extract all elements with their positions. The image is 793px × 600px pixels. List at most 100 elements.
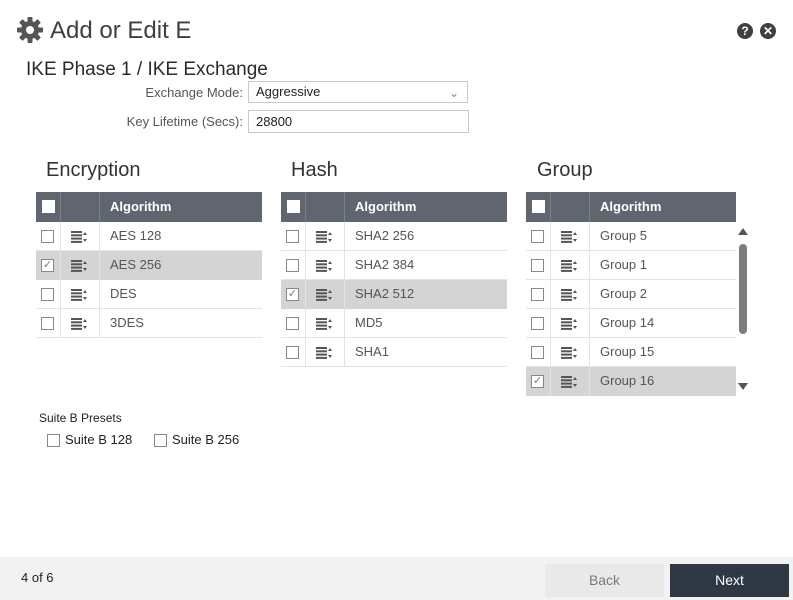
grid-row[interactable]: DES (36, 280, 262, 309)
algorithm-name: SHA1 (355, 344, 389, 359)
algorithm-column-header[interactable]: Algorithm (355, 192, 416, 222)
scroll-down-arrow-icon[interactable] (738, 383, 748, 390)
column-divider (60, 192, 61, 222)
row-checkbox[interactable] (531, 259, 544, 272)
back-button[interactable]: Back (545, 564, 664, 597)
grid-row[interactable]: Group 14 (526, 309, 736, 338)
grid-row[interactable]: Group 1 (526, 251, 736, 280)
algorithm-name: 3DES (110, 315, 144, 330)
grid-row[interactable]: Group 15 (526, 338, 736, 367)
row-checkbox[interactable] (286, 259, 299, 272)
gear-icon (17, 17, 43, 43)
row-checkbox[interactable]: ✓ (531, 375, 544, 388)
row-checkbox[interactable] (286, 317, 299, 330)
algorithm-name: Group 1 (600, 257, 647, 272)
grid-row[interactable]: SHA2 256 (281, 222, 507, 251)
drag-handle-icon[interactable] (561, 375, 577, 388)
column-divider (60, 309, 61, 337)
help-icon[interactable]: ? (737, 23, 753, 39)
scroll-up-arrow-icon[interactable] (738, 228, 748, 235)
drag-handle-icon[interactable] (561, 288, 577, 301)
algorithm-column-header[interactable]: Algorithm (110, 192, 171, 222)
key-lifetime-label: Key Lifetime (Secs): (126, 114, 243, 129)
drag-handle-icon[interactable] (316, 230, 332, 243)
suite-b-256-checkbox[interactable] (154, 434, 167, 447)
row-checkbox[interactable] (41, 230, 54, 243)
row-checkbox[interactable] (531, 230, 544, 243)
suite-b-128-checkbox[interactable] (47, 434, 60, 447)
column-divider (589, 222, 590, 250)
drag-handle-icon[interactable] (71, 259, 87, 272)
drag-handle-icon[interactable] (561, 346, 577, 359)
grid-row[interactable]: MD5 (281, 309, 507, 338)
drag-handle-icon[interactable] (316, 317, 332, 330)
row-checkbox[interactable] (286, 230, 299, 243)
next-button[interactable]: Next (670, 564, 789, 597)
row-checkbox[interactable]: ✓ (41, 259, 54, 272)
row-checkbox[interactable] (531, 346, 544, 359)
drag-handle-icon[interactable] (561, 317, 577, 330)
column-divider (99, 192, 100, 222)
row-checkbox[interactable]: ✓ (286, 288, 299, 301)
algorithm-name: Group 2 (600, 286, 647, 301)
algorithm-name: Group 15 (600, 344, 655, 359)
grid-header: Algorithm (36, 192, 262, 222)
select-all-checkbox[interactable] (42, 200, 55, 213)
drag-handle-icon[interactable] (561, 259, 577, 272)
select-all-checkbox[interactable] (287, 200, 300, 213)
drag-handle-icon[interactable] (316, 288, 332, 301)
drag-handle-icon[interactable] (316, 259, 332, 272)
encryption-grid: Algorithm AES 128 ✓ AES 256 DES 3DES (36, 192, 262, 338)
grid-row[interactable]: AES 128 (36, 222, 262, 251)
drag-handle-icon[interactable] (71, 317, 87, 330)
grid-row[interactable]: Group 5 (526, 222, 736, 251)
algorithm-column-header[interactable]: Algorithm (600, 192, 661, 222)
column-divider (99, 309, 100, 337)
row-checkbox[interactable] (41, 317, 54, 330)
grid-row[interactable]: SHA1 (281, 338, 507, 367)
drag-handle-icon[interactable] (71, 230, 87, 243)
exchange-mode-select[interactable]: Aggressive ⌄ (248, 81, 468, 103)
column-divider (344, 222, 345, 250)
column-divider (550, 309, 551, 337)
column-divider (589, 251, 590, 279)
algorithm-name: DES (110, 286, 137, 301)
column-divider (305, 280, 306, 308)
drag-handle-icon[interactable] (71, 288, 87, 301)
grid-row[interactable]: Group 2 (526, 280, 736, 309)
column-divider (589, 280, 590, 308)
column-divider (589, 367, 590, 395)
select-all-checkbox[interactable] (532, 200, 545, 213)
drag-handle-icon[interactable] (316, 346, 332, 359)
group-grid: Algorithm Group 5 Group 1 Group 2 Group 14 Gr… (526, 192, 736, 396)
suite-b-presets-label: Suite B Presets (39, 411, 122, 425)
row-checkbox[interactable] (531, 317, 544, 330)
column-divider (589, 192, 590, 222)
column-divider (344, 192, 345, 222)
column-divider (589, 338, 590, 366)
column-divider (305, 338, 306, 366)
grid-row[interactable]: ✓ SHA2 512 (281, 280, 507, 309)
group-grid-scrollbar[interactable] (736, 222, 750, 398)
group-title: Group (537, 159, 593, 181)
algorithm-name: AES 256 (110, 257, 162, 272)
grid-row[interactable]: 3DES (36, 309, 262, 338)
grid-row[interactable]: ✓ Group 16 (526, 367, 736, 396)
section-title: IKE Phase 1 / IKE Exchange (26, 59, 268, 80)
close-icon[interactable]: ✕ (760, 23, 776, 39)
scroll-thumb[interactable] (739, 244, 747, 334)
column-divider (550, 192, 551, 222)
dialog-title: Add or Edit E (50, 17, 192, 44)
suite-b-256-label: Suite B 256 (172, 432, 240, 447)
drag-handle-icon[interactable] (561, 230, 577, 243)
grid-row[interactable]: ✓ AES 256 (36, 251, 262, 280)
column-divider (99, 251, 100, 279)
grid-row[interactable]: SHA2 384 (281, 251, 507, 280)
column-divider (305, 192, 306, 222)
row-checkbox[interactable] (41, 288, 54, 301)
row-checkbox[interactable] (531, 288, 544, 301)
key-lifetime-input[interactable]: 28800 (248, 110, 469, 133)
row-checkbox[interactable] (286, 346, 299, 359)
column-divider (550, 338, 551, 366)
column-divider (305, 309, 306, 337)
